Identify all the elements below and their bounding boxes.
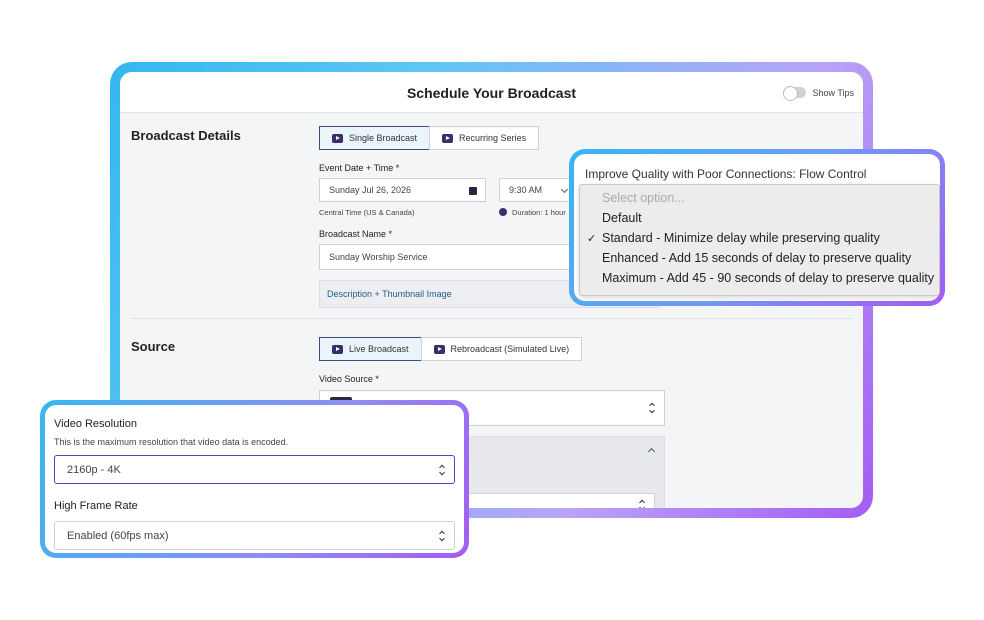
high-frame-rate-label: High Frame Rate [54, 500, 138, 512]
broadcast-details-heading: Broadcast Details [131, 128, 241, 143]
video-resolution-value: 2160p - 4K [67, 463, 121, 476]
section-divider [131, 318, 852, 319]
source-type-tabs: Live Broadcast Rebroadcast (Simulated Li… [319, 337, 583, 361]
tab-label: Single Broadcast [349, 133, 418, 143]
tab-recurring-series[interactable]: Recurring Series [429, 126, 540, 150]
event-time-value: 9:30 AM [509, 185, 543, 195]
flow-control-dropdown-menu: Select option... Default ✓ Standard - Mi… [579, 184, 940, 296]
event-date-value: Sunday Jul 26, 2026 [329, 185, 412, 195]
timezone-text: Central Time (US & Canada) [319, 208, 415, 217]
tab-label: Rebroadcast (Simulated Live) [450, 344, 570, 354]
description-thumbnail-link[interactable]: Description + Thumbnail Image [327, 289, 452, 299]
option-maximum[interactable]: Maximum - Add 45 - 90 seconds of delay t… [602, 271, 934, 285]
tab-live-broadcast[interactable]: Live Broadcast [319, 337, 422, 361]
clock-icon [499, 208, 507, 216]
show-tips-toggle[interactable] [783, 86, 807, 101]
resolution-card-frame: Video Resolution This is the maximum res… [40, 400, 469, 558]
check-icon: ✓ [587, 233, 597, 245]
option-enhanced[interactable]: Enhanced - Add 15 seconds of delay to pr… [602, 251, 911, 265]
duration-text: Duration: 1 hour [499, 208, 566, 217]
event-time-select[interactable]: 9:30 AM [499, 178, 577, 202]
select-arrows-icon [439, 530, 445, 541]
broadcast-name-value: Sunday Worship Service [329, 252, 428, 262]
show-tips-label: Show Tips [812, 87, 854, 98]
tab-single-broadcast[interactable]: Single Broadcast [319, 126, 431, 150]
chevron-down-icon [560, 185, 569, 194]
event-date-label: Event Date + Time * [319, 163, 400, 173]
select-arrows-icon [639, 500, 645, 509]
flow-control-card: Improve Quality with Poor Connections: F… [574, 154, 940, 301]
option-standard[interactable]: Standard - Minimize delay while preservi… [602, 231, 880, 245]
duration-value: Duration: 1 hour [512, 208, 566, 217]
broadcast-type-tabs: Single Broadcast Recurring Series [319, 126, 540, 150]
broadcast-name-label: Broadcast Name * [319, 229, 393, 239]
video-source-label: Video Source * [319, 374, 379, 384]
video-resolution-hint: This is the maximum resolution that vide… [54, 437, 289, 447]
play-icon [442, 133, 454, 143]
page-title: Schedule Your Broadcast [406, 85, 577, 101]
source-heading: Source [131, 339, 176, 354]
video-resolution-label: Video Resolution [54, 418, 137, 430]
flow-control-placeholder: Select option... [602, 191, 685, 205]
header-bar: Schedule Your Broadcast Show Tips [120, 72, 863, 113]
select-arrows-icon [439, 464, 445, 475]
calendar-icon [469, 187, 477, 195]
event-date-input[interactable]: Sunday Jul 26, 2026 [319, 178, 486, 202]
chevron-up-icon[interactable] [647, 447, 656, 456]
flow-control-label: Improve Quality with Poor Connections: F… [585, 167, 867, 181]
resolution-card: Video Resolution This is the maximum res… [45, 405, 464, 553]
tab-rebroadcast[interactable]: Rebroadcast (Simulated Live) [420, 337, 583, 361]
camera-icon [433, 344, 445, 354]
tab-label: Live Broadcast [349, 344, 409, 354]
show-tips-toggle-group[interactable]: Show Tips [783, 86, 854, 101]
video-resolution-select[interactable]: 2160p - 4K [54, 455, 455, 484]
flow-control-card-frame: Improve Quality with Poor Connections: F… [569, 149, 945, 306]
source-settings-panel [440, 436, 665, 508]
play-icon [332, 133, 343, 143]
select-arrows-icon [649, 403, 655, 414]
source-settings-select[interactable] [451, 493, 655, 508]
high-frame-rate-value: Enabled (60fps max) [67, 529, 169, 542]
camera-icon [332, 344, 343, 354]
tab-label: Recurring Series [459, 133, 527, 143]
high-frame-rate-select[interactable]: Enabled (60fps max) [54, 521, 455, 550]
option-default[interactable]: Default [602, 211, 642, 225]
